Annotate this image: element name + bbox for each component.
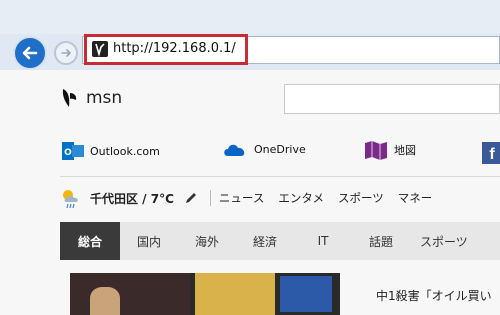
top-nav-item[interactable]: ニュース <box>219 190 264 206</box>
top-nav-item[interactable]: エンタメ <box>278 190 324 206</box>
tab-domestic[interactable]: 国内 <box>120 222 178 260</box>
cloud-icon <box>224 144 245 156</box>
outlook-icon: O <box>62 142 84 160</box>
divider <box>60 176 500 177</box>
forward-button[interactable] <box>54 41 78 65</box>
shortcut-maps[interactable]: 地図 <box>364 140 416 160</box>
pencil-icon[interactable] <box>184 191 198 205</box>
url-highlight-box <box>84 34 248 65</box>
news-image[interactable] <box>70 273 340 315</box>
shortcut-bar: O Outlook.com OneDrive 地図 <box>0 140 500 168</box>
msn-logo[interactable]: msn <box>60 87 122 109</box>
top-nav-item[interactable]: スポーツ <box>338 190 384 206</box>
tab-topics[interactable]: 話題 <box>352 222 410 260</box>
msn-brand-text: msn <box>86 88 123 108</box>
tab-it[interactable]: IT <box>294 222 352 260</box>
shortcut-outlook[interactable]: O Outlook.com <box>62 140 160 162</box>
category-tabs: 総合 国内 海外 経済 IT 話題 スポーツ <box>60 222 500 260</box>
top-nav-item[interactable]: マネー <box>398 190 433 206</box>
butterfly-icon <box>62 89 77 107</box>
arrow-right-icon <box>61 49 71 57</box>
shortcut-onedrive[interactable]: OneDrive <box>222 140 306 158</box>
shortcut-label: 地図 <box>394 144 416 157</box>
facebook-icon[interactable]: f <box>482 142 500 164</box>
tab-general[interactable]: 総合 <box>60 222 120 260</box>
tab-overseas[interactable]: 海外 <box>178 222 236 260</box>
weather-nav-row: 千代田区 / 7°C ニュース エンタメ スポーツ マネー <box>60 183 500 213</box>
news-headline[interactable]: 中1殺害「オイル買い <box>376 287 492 304</box>
tab-economy[interactable]: 経済 <box>236 222 294 260</box>
back-button[interactable] <box>13 36 47 70</box>
search-input[interactable] <box>284 84 500 114</box>
title-strip <box>0 0 500 34</box>
svg-text:O: O <box>64 148 72 158</box>
shortcut-label: OneDrive <box>254 142 306 156</box>
map-icon <box>365 141 387 160</box>
weather-location[interactable]: 千代田区 / 7°C <box>90 190 174 207</box>
separator <box>209 190 211 206</box>
tab-sports[interactable]: スポーツ <box>410 222 500 260</box>
top-nav: ニュース エンタメ スポーツ マネー <box>219 190 432 206</box>
shortcut-label: Outlook.com <box>90 144 160 158</box>
arrow-left-icon <box>22 46 38 60</box>
weather-sun-rain-icon <box>63 190 78 209</box>
